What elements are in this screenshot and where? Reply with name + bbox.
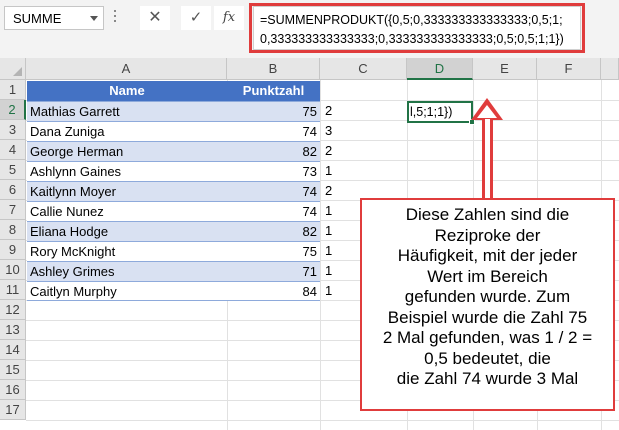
callout-line: Diese Zahlen sind die bbox=[405, 205, 570, 224]
row-header-3[interactable]: 3 bbox=[0, 120, 26, 140]
select-all-button[interactable] bbox=[0, 58, 26, 80]
column-header-f[interactable]: F bbox=[537, 58, 601, 80]
table-row-name[interactable]: George Herman bbox=[27, 141, 227, 161]
row-header-14[interactable]: 14 bbox=[0, 340, 26, 360]
row-header-4[interactable]: 4 bbox=[0, 140, 26, 160]
row-header-13[interactable]: 13 bbox=[0, 320, 26, 340]
table-row-score[interactable]: 74 bbox=[227, 201, 320, 221]
select-all-triangle-icon bbox=[13, 67, 22, 76]
row-header-12[interactable]: 12 bbox=[0, 300, 26, 320]
table-row-name[interactable]: Dana Zuniga bbox=[27, 121, 227, 141]
row-header-15[interactable]: 15 bbox=[0, 360, 26, 380]
callout-line: Wert im Bereich bbox=[427, 266, 548, 286]
formula-bar-area: SUMME ✕ ✓ fx =SUMMENPRODUKT({0,5;0,33333… bbox=[0, 0, 619, 58]
formula-highlight-frame bbox=[249, 3, 585, 53]
table-row-name[interactable]: Mathias Garrett bbox=[27, 101, 227, 121]
insert-function-icon[interactable]: fx bbox=[214, 6, 244, 30]
table-row-name[interactable]: Eliana Hodge bbox=[27, 221, 227, 241]
callout-line: gefunden wurde. Zum bbox=[404, 287, 571, 306]
table-header-score[interactable]: Punktzahl bbox=[227, 81, 320, 101]
callout-line: Reziproke der bbox=[434, 225, 541, 245]
table-row-score[interactable]: 75 bbox=[227, 101, 320, 121]
table-header-name[interactable]: Name bbox=[27, 81, 227, 101]
table-row-score[interactable]: 74 bbox=[227, 181, 320, 201]
chevron-down-icon[interactable] bbox=[90, 16, 98, 21]
row-header-2[interactable]: 2 bbox=[0, 100, 26, 120]
row-header-7[interactable]: 7 bbox=[0, 200, 26, 220]
column-header-g[interactable] bbox=[601, 58, 619, 80]
row-header-8[interactable]: 8 bbox=[0, 220, 26, 240]
count-cell[interactable]: 1 bbox=[321, 161, 407, 181]
row-header-17[interactable]: 17 bbox=[0, 400, 26, 420]
column-header-d[interactable]: D bbox=[407, 58, 473, 80]
column-header-c[interactable]: C bbox=[320, 58, 407, 80]
table-row-score[interactable]: 82 bbox=[227, 141, 320, 161]
column-header-b[interactable]: B bbox=[227, 58, 320, 80]
count-cell[interactable]: 2 bbox=[321, 141, 407, 161]
row-header-16[interactable]: 16 bbox=[0, 380, 26, 400]
callout-line: die Zahl 74 wurde 3 Mal bbox=[396, 369, 579, 388]
table-row-name[interactable]: Ashlynn Gaines bbox=[27, 161, 227, 181]
drag-handle-icon[interactable] bbox=[114, 10, 118, 26]
callout-box: Diese Zahlen sind die Reziproke der Häuf… bbox=[360, 198, 615, 411]
count-cell[interactable]: 3 bbox=[321, 121, 407, 141]
callout-line: Häufigkeit, mit der jeder bbox=[397, 246, 578, 265]
table-row-score[interactable]: 74 bbox=[227, 121, 320, 141]
cancel-icon[interactable]: ✕ bbox=[140, 6, 170, 30]
table-row-score[interactable]: 73 bbox=[227, 161, 320, 181]
column-header-a[interactable]: A bbox=[26, 58, 227, 80]
name-box[interactable]: SUMME bbox=[4, 6, 104, 30]
row-header-5[interactable]: 5 bbox=[0, 160, 26, 180]
row-header-11[interactable]: 11 bbox=[0, 280, 26, 300]
active-cell-d2[interactable]: l,5;1;1}) bbox=[407, 101, 473, 123]
count-cell[interactable]: 2 bbox=[321, 101, 407, 121]
callout-line: Beispiel wurde die Zahl 75 bbox=[387, 307, 588, 327]
table-row-score[interactable]: 82 bbox=[227, 221, 320, 241]
name-box-value: SUMME bbox=[13, 11, 62, 26]
row-header-9[interactable]: 9 bbox=[0, 240, 26, 260]
callout-arrow-head-inner bbox=[477, 105, 497, 118]
table-row-score[interactable]: 84 bbox=[227, 281, 320, 301]
table-row-score[interactable]: 71 bbox=[227, 261, 320, 281]
table-row-name[interactable]: Kaitlynn Moyer bbox=[27, 181, 227, 201]
table-row-name[interactable]: Caitlyn Murphy bbox=[27, 281, 227, 301]
table-row-name[interactable]: Ashley Grimes bbox=[27, 261, 227, 281]
callout-line: 2 Mal gefunden, was 1 / 2 = bbox=[382, 328, 593, 347]
table-row-score[interactable]: 75 bbox=[227, 241, 320, 261]
column-header-e[interactable]: E bbox=[473, 58, 537, 80]
row-header-6[interactable]: 6 bbox=[0, 180, 26, 200]
checkmark-icon[interactable]: ✓ bbox=[181, 6, 211, 30]
callout-line: 0,5 bedeutet, die bbox=[424, 348, 551, 368]
table-row-name[interactable]: Callie Nunez bbox=[27, 201, 227, 221]
row-header-1[interactable]: 1 bbox=[0, 80, 26, 100]
table-row-name[interactable]: Rory McKnight bbox=[27, 241, 227, 261]
row-header-10[interactable]: 10 bbox=[0, 260, 26, 280]
